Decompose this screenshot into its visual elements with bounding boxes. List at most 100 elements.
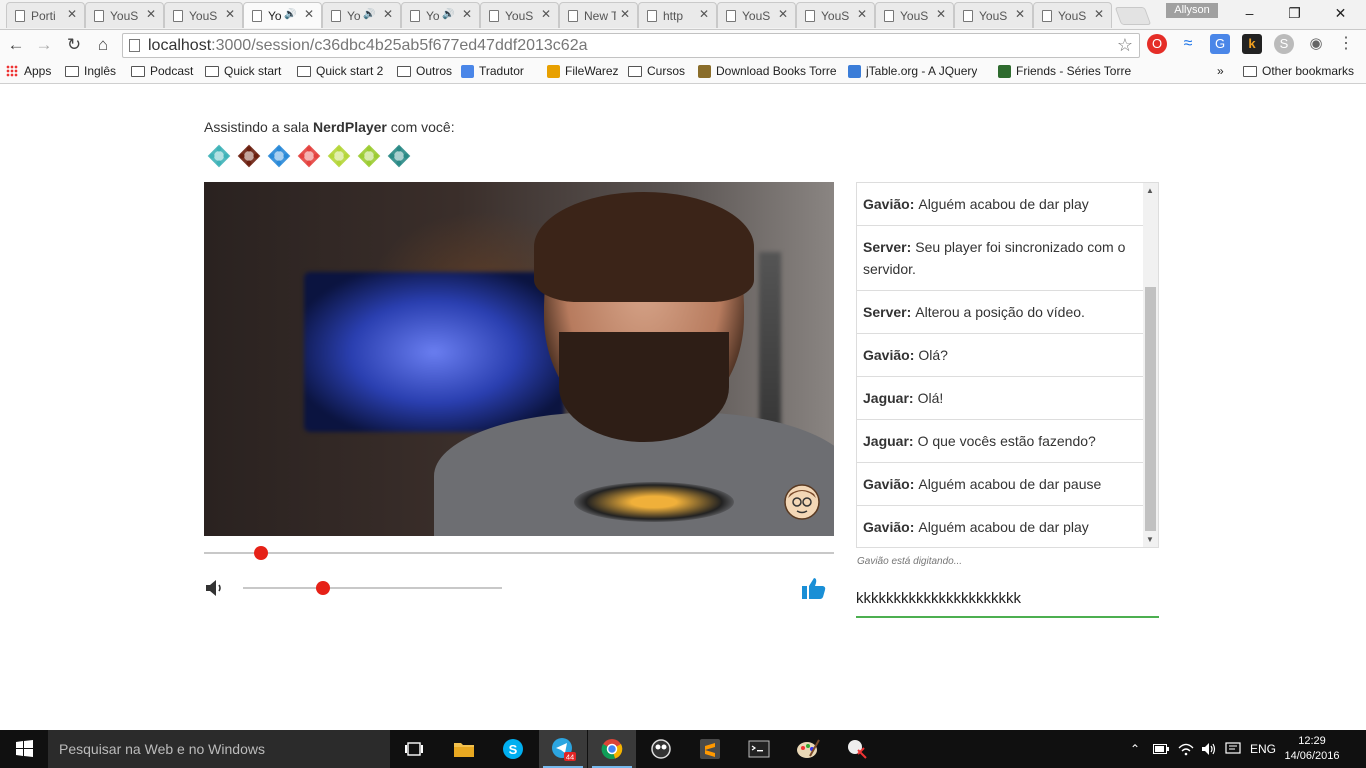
audio-playing-icon[interactable]: 🔊	[284, 9, 296, 20]
browser-tab[interactable]: Yo 🔊 ✕	[322, 2, 401, 28]
bookmark-star-icon[interactable]: ☆	[1117, 35, 1133, 56]
browser-tab[interactable]: YouS ✕	[796, 2, 875, 28]
volume-icon[interactable]	[205, 579, 225, 597]
browser-tab[interactable]: Yo 🔊 ✕	[401, 2, 480, 28]
back-icon[interactable]: ←	[5, 34, 27, 56]
chat-message: Gavião: Olá?	[857, 334, 1143, 377]
browser-tab[interactable]: YouS ✕	[1033, 2, 1112, 28]
close-tab-icon[interactable]: ✕	[541, 7, 551, 21]
bookmarks-overflow-button[interactable]: »	[1217, 64, 1224, 78]
bookmark-item[interactable]: Friends - Séries Torre	[998, 64, 1131, 78]
profile-button[interactable]: Allyson	[1166, 3, 1218, 18]
language-indicator[interactable]: ENG	[1250, 730, 1276, 768]
paint-icon[interactable]	[784, 730, 832, 768]
bookmark-item[interactable]: jTable.org - A JQuery	[848, 64, 977, 78]
audio-playing-icon[interactable]: 🔊	[442, 9, 454, 20]
action-center-icon[interactable]	[1225, 730, 1241, 768]
chat-input[interactable]	[856, 580, 1159, 618]
close-tab-icon[interactable]: ✕	[304, 7, 314, 21]
scroll-down-icon[interactable]: ▼	[1146, 535, 1154, 544]
browser-tab[interactable]: YouS ✕	[164, 2, 243, 28]
other-bookmarks[interactable]: Other bookmarks	[1243, 64, 1354, 78]
close-tab-icon[interactable]: ✕	[462, 7, 472, 21]
sync-extension-icon[interactable]: ≈	[1178, 34, 1198, 54]
s-extension-icon[interactable]: S	[1274, 34, 1294, 54]
bookmark-item[interactable]: Quick start	[205, 64, 281, 78]
battery-icon[interactable]	[1153, 730, 1169, 768]
chat-message: Jaguar: O que vocês estão fazendo?	[857, 420, 1143, 463]
menu-icon[interactable]: ⋮	[1336, 34, 1356, 54]
browser-tab[interactable]: YouS ✕	[954, 2, 1033, 28]
k-extension-icon[interactable]: k	[1242, 34, 1262, 54]
close-tab-icon[interactable]: ✕	[146, 7, 156, 21]
forward-icon[interactable]: →	[33, 34, 55, 56]
close-tab-icon[interactable]: ✕	[67, 7, 77, 21]
video-player[interactable]	[204, 182, 834, 536]
page-icon	[884, 10, 894, 22]
google-translate-icon[interactable]: G	[1210, 34, 1230, 54]
speaker-tray-icon[interactable]	[1201, 730, 1217, 768]
bookmark-item[interactable]: Outros	[397, 64, 452, 78]
bookmark-item[interactable]: Apps	[6, 64, 51, 78]
audio-playing-icon[interactable]: 🔊	[363, 9, 375, 20]
like-icon[interactable]	[802, 577, 826, 599]
volume-slider[interactable]	[243, 581, 502, 595]
show-hidden-icons[interactable]: ⌃	[1130, 730, 1140, 768]
home-icon[interactable]: ⌂	[92, 34, 114, 56]
windows-start-icon[interactable]	[0, 730, 48, 768]
close-window-button[interactable]: ✕	[1318, 2, 1363, 24]
chat-scroll-thumb[interactable]	[1145, 287, 1156, 531]
file-explorer-icon[interactable]	[440, 730, 488, 768]
new-tab-button[interactable]	[1114, 7, 1152, 25]
address-bar[interactable]: localhost:3000/session/c36dbc4b25ab5f677…	[122, 33, 1140, 58]
viewer-avatars	[204, 141, 414, 171]
bookmark-item[interactable]: Inglês	[65, 64, 116, 78]
chrome-icon[interactable]	[588, 730, 636, 768]
browser-tab[interactable]: http ✕	[638, 2, 717, 28]
bookmark-item[interactable]: Podcast	[131, 64, 193, 78]
reload-icon[interactable]: ↻	[63, 34, 85, 56]
close-tab-icon[interactable]: ✕	[1015, 7, 1025, 21]
scroll-up-icon[interactable]: ▲	[1146, 186, 1154, 195]
browser-tab[interactable]: New Tab ✕	[559, 2, 638, 28]
task-view-icon[interactable]	[390, 730, 438, 768]
minimize-button[interactable]: –	[1227, 2, 1272, 24]
seek-bar[interactable]	[204, 546, 834, 560]
seek-handle[interactable]	[253, 546, 268, 560]
bookmark-item[interactable]: Quick start 2	[297, 64, 383, 78]
bookmark-item[interactable]: Download Books Torre	[698, 64, 836, 78]
terminal-icon[interactable]	[735, 730, 783, 768]
telegram-icon[interactable]: 44	[539, 730, 587, 768]
wifi-icon[interactable]	[1178, 730, 1194, 768]
opera-extension-icon[interactable]: O	[1147, 34, 1167, 54]
close-tab-icon[interactable]: ✕	[383, 7, 393, 21]
browser-tab[interactable]: YouS ✕	[480, 2, 559, 28]
close-tab-icon[interactable]: ✕	[1094, 7, 1104, 21]
browser-tab[interactable]: Yo 🔊 ✕	[243, 2, 322, 28]
skype-icon[interactable]: S	[489, 730, 537, 768]
browser-tab[interactable]: Porti ✕	[6, 2, 85, 28]
camera-icon[interactable]: ◉	[1306, 34, 1326, 54]
chat-text: Olá!	[917, 390, 944, 406]
chat-panel[interactable]: Gavião: Alguém acabou de dar play Server: S…	[856, 182, 1159, 548]
taskbar-clock[interactable]: 12:29 14/06/2016	[1282, 734, 1342, 764]
close-tab-icon[interactable]: ✕	[857, 7, 867, 21]
close-tab-icon[interactable]: ✕	[936, 7, 946, 21]
browser-tab[interactable]: YouS ✕	[85, 2, 164, 28]
sublime-text-icon[interactable]	[686, 730, 734, 768]
close-tab-icon[interactable]: ✕	[225, 7, 235, 21]
browser-tab[interactable]: YouS ✕	[717, 2, 796, 28]
media-player-icon[interactable]	[637, 730, 685, 768]
bookmark-item[interactable]: FileWarez	[547, 64, 619, 78]
chat-scrollbar[interactable]: ▲ ▼	[1143, 183, 1158, 547]
close-tab-icon[interactable]: ✕	[699, 7, 709, 21]
snipping-tool-icon[interactable]	[833, 730, 881, 768]
volume-handle[interactable]	[316, 581, 331, 595]
taskbar-search[interactable]: Pesquisar na Web e no Windows	[48, 730, 390, 768]
close-tab-icon[interactable]: ✕	[778, 7, 788, 21]
restore-button[interactable]: ❐	[1272, 2, 1317, 24]
bookmark-item[interactable]: Cursos	[628, 64, 685, 78]
close-tab-icon[interactable]: ✕	[620, 7, 630, 21]
bookmark-item[interactable]: Tradutor	[461, 64, 524, 78]
browser-tab[interactable]: YouS ✕	[875, 2, 954, 28]
